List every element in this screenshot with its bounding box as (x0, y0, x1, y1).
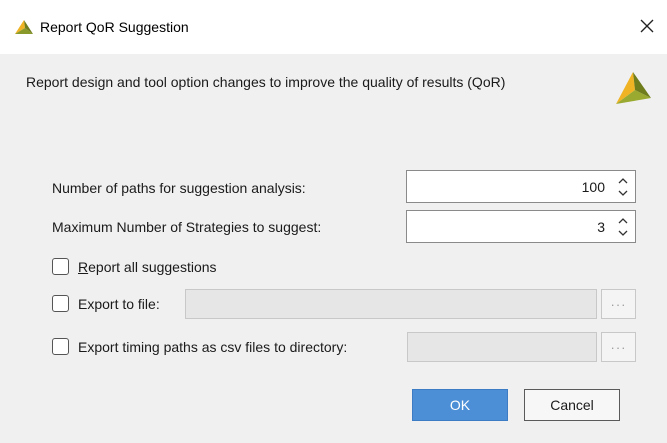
export-file-path-input[interactable] (185, 289, 597, 319)
cancel-button[interactable]: Cancel (524, 389, 620, 421)
report-all-label[interactable]: Report all suggestions (78, 258, 217, 276)
description-banner: Report design and tool option changes to… (0, 54, 667, 145)
num-paths-spinner[interactable]: 100 (406, 170, 636, 203)
report-all-mnemonic: R (78, 259, 89, 275)
num-paths-value[interactable]: 100 (582, 178, 605, 196)
spin-down-icon[interactable] (617, 228, 629, 238)
vivado-logo-icon (14, 18, 34, 36)
spinner-arrows (617, 176, 629, 198)
export-file-checkbox[interactable] (52, 295, 69, 312)
report-all-checkbox[interactable] (52, 258, 69, 275)
export-csv-checkbox[interactable] (52, 338, 69, 355)
report-qor-suggestion-dialog: Report QoR Suggestion Report design and … (0, 0, 667, 443)
export-file-label[interactable]: Export to file: (78, 295, 160, 313)
report-all-label-text: eport all suggestions (88, 259, 217, 275)
export-csv-directory-input[interactable] (407, 332, 597, 362)
export-file-browse-button[interactable]: ··· (601, 289, 636, 319)
export-csv-label[interactable]: Export timing paths as csv files to dire… (78, 338, 347, 356)
spin-down-icon[interactable] (617, 188, 629, 198)
export-csv-browse-button[interactable]: ··· (601, 332, 636, 362)
dialog-description: Report design and tool option changes to… (26, 74, 506, 90)
num-paths-label: Number of paths for suggestion analysis: (52, 180, 306, 196)
max-strategies-label: Maximum Number of Strategies to suggest: (52, 219, 322, 235)
max-strategies-value[interactable]: 3 (597, 218, 605, 236)
spin-up-icon[interactable] (617, 176, 629, 186)
vivado-logo-icon (613, 68, 653, 108)
max-strategies-spinner[interactable]: 3 (406, 210, 636, 243)
title-bar: Report QoR Suggestion (0, 0, 667, 54)
ok-button[interactable]: OK (412, 389, 508, 421)
separator (20, 128, 647, 129)
window-title: Report QoR Suggestion (40, 19, 189, 35)
close-icon (640, 19, 654, 33)
close-button[interactable] (633, 12, 661, 40)
spin-up-icon[interactable] (617, 216, 629, 226)
spinner-arrows (617, 216, 629, 238)
